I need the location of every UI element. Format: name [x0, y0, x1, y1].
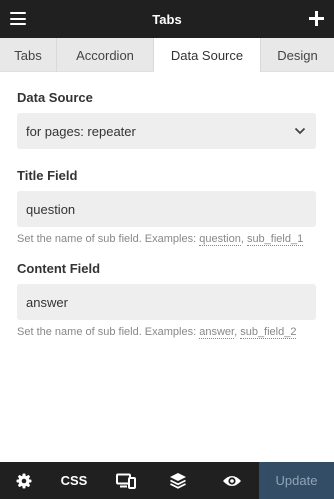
example-answer: answer	[199, 326, 235, 339]
hamburger-icon[interactable]	[10, 12, 26, 25]
tab-data-source[interactable]: Data Source	[154, 38, 261, 72]
layers-icon	[170, 473, 186, 489]
eye-icon	[222, 475, 241, 486]
update-button[interactable]: Update	[259, 462, 334, 499]
help-text: Set the name of sub field. Examples:	[17, 233, 197, 245]
chevron-down-icon	[294, 127, 306, 135]
plus-icon[interactable]	[309, 11, 324, 26]
css-button[interactable]: CSS	[48, 462, 100, 499]
settings-button[interactable]	[0, 462, 48, 499]
data-source-panel: Data Source for pages: repeater Title Fi…	[17, 72, 316, 339]
responsive-devices-icon	[116, 473, 136, 489]
data-source-label: Data Source	[17, 90, 93, 105]
data-source-value: for pages: repeater	[26, 123, 136, 139]
title-field-help: Set the name of sub field. Examples: que…	[17, 233, 316, 246]
preview-button[interactable]	[204, 462, 259, 499]
top-bar: Tabs	[0, 0, 334, 38]
content-field-value: answer	[26, 294, 68, 310]
example-separator: ,	[234, 326, 238, 338]
help-text: Set the name of sub field. Examples:	[17, 326, 197, 338]
tab-bar: Tabs Accordion Data Source Design	[0, 38, 334, 72]
content-field-label: Content Field	[17, 261, 101, 276]
title-field-label: Title Field	[17, 168, 78, 183]
tab-tabs[interactable]: Tabs	[0, 38, 57, 72]
bottom-toolbar: CSS Update	[0, 462, 334, 499]
gear-icon	[16, 473, 32, 488]
data-source-select[interactable]: for pages: repeater	[17, 113, 316, 149]
panel-title: Tabs	[152, 11, 182, 27]
example-sub-field-1: sub_field_1	[246, 233, 304, 246]
title-field-input[interactable]: question	[17, 191, 316, 227]
content-field-input[interactable]: answer	[17, 284, 316, 320]
example-separator: ,	[240, 233, 244, 245]
example-question: question	[199, 233, 241, 246]
example-sub-field-2: sub_field_2	[240, 326, 297, 339]
tab-design[interactable]: Design	[261, 38, 334, 72]
tab-accordion[interactable]: Accordion	[57, 38, 154, 72]
layers-button[interactable]	[152, 462, 204, 499]
responsive-button[interactable]	[100, 462, 152, 499]
title-field-value: question	[26, 201, 76, 217]
content-field-help: Set the name of sub field. Examples: ans…	[17, 326, 316, 339]
